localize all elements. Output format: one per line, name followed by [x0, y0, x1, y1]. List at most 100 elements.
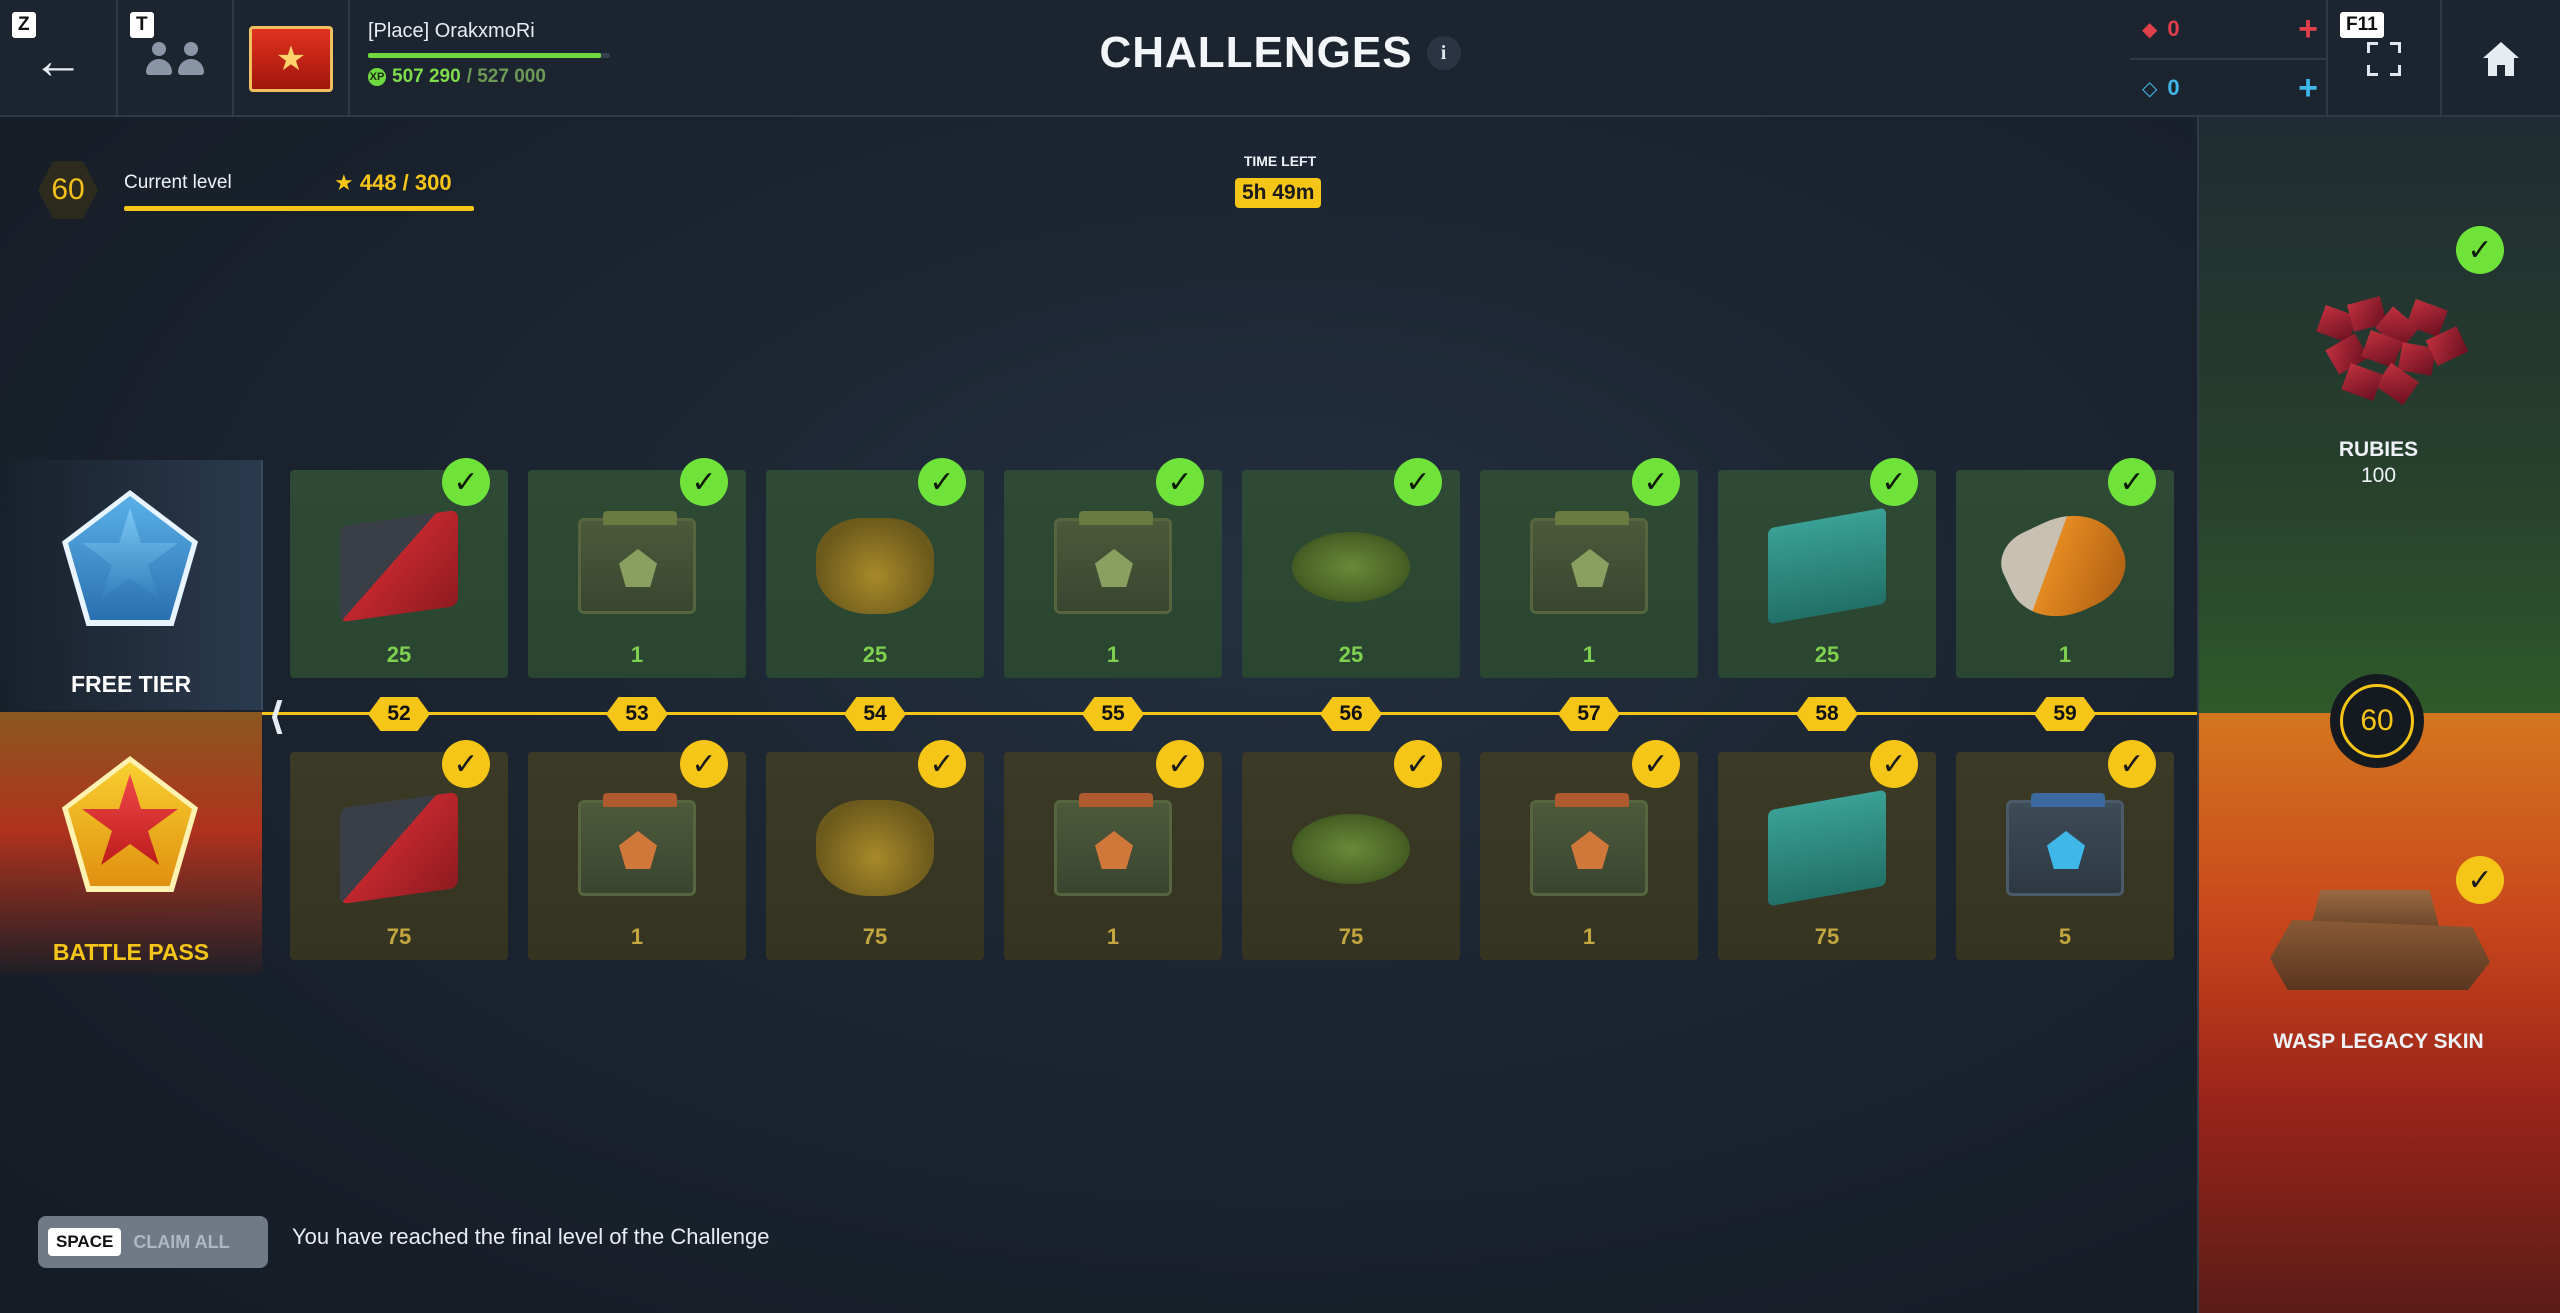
reward-amount: 1 [1106, 924, 1120, 949]
repair-chest-icon [1768, 507, 1886, 625]
crystal-icon: ◇ [2142, 77, 2158, 100]
free-tier-label: FREE TIER [70, 671, 192, 697]
claimed-check-icon: ✓ [2108, 458, 2156, 506]
track-level-node: 52 [368, 697, 430, 731]
free-reward-card[interactable]: ✓ 25 [290, 458, 508, 678]
claim-all-button[interactable]: SPACE CLAIM ALL [38, 1216, 268, 1268]
track-level-node: 57 [1558, 697, 1620, 731]
final-bp-reward-name: WASP LEGACY SKIN [2273, 1030, 2484, 1053]
container-icon [1054, 511, 1172, 614]
claimed-check-icon: ✓ [1632, 740, 1680, 788]
fullscreen-button[interactable]: F11 [2326, 0, 2442, 117]
info-icon[interactable]: i [1426, 36, 1461, 70]
claimed-check-icon: ✓ [1156, 740, 1204, 788]
claimed-check-icon: ✓ [1394, 740, 1442, 788]
final-level-badge: 60 [2330, 674, 2424, 768]
home-icon [2483, 41, 2519, 76]
final-free-reward-panel[interactable] [2197, 117, 2560, 713]
battle-pass-label: BATTLE PASS [52, 939, 210, 965]
free-reward-card[interactable]: ✓ 1 [1480, 458, 1698, 678]
current-level-label: Current level [124, 172, 232, 193]
time-left-value: 5h 49m [1235, 178, 1322, 208]
bp-reward-card[interactable]: ✓ 1 [528, 740, 746, 960]
level-track [262, 712, 2197, 715]
supply-bag-icon [816, 518, 934, 614]
reward-amount: 1 [2058, 642, 2072, 667]
claimed-check-icon: ✓ [680, 740, 728, 788]
rubies-amount: 0 [2167, 16, 2180, 41]
final-bp-reward-panel[interactable] [2197, 713, 2560, 1313]
free-reward-card[interactable]: ✓ 1 [1956, 458, 2174, 678]
reward-amount: 5 [2058, 924, 2072, 949]
track-level-node: 59 [2034, 697, 2096, 731]
ruby-icon: ◆ [2142, 18, 2158, 41]
reward-amount: 25 [1338, 642, 1364, 667]
track-level-node: 56 [1320, 697, 1382, 731]
page-title: CHALLENGES [1099, 28, 1413, 77]
bp-reward-card[interactable]: ✓ 75 [1242, 740, 1460, 960]
fullscreen-icon [2366, 40, 2402, 77]
claimed-check-icon: ✓ [1632, 458, 1680, 506]
crystals-amount: 0 [2167, 75, 2180, 100]
claimed-check-icon: ✓ [2456, 226, 2504, 274]
track-level-node: 54 [844, 697, 906, 731]
bp-reward-card[interactable]: ✓ 1 [1004, 740, 1222, 960]
ammo-crate-icon [340, 791, 458, 905]
free-reward-card[interactable]: ✓ 1 [1004, 458, 1222, 678]
container-icon [578, 511, 696, 614]
final-free-reward-name: RUBIES [2338, 438, 2419, 461]
reward-amount: 1 [1582, 642, 1596, 667]
bp-reward-card[interactable]: ✓ 75 [766, 740, 984, 960]
final-level-message: You have reached the final level of the … [292, 1224, 770, 1249]
rubies-icon [2290, 290, 2470, 410]
free-reward-card[interactable]: ✓ 25 [766, 458, 984, 678]
bp-reward-card[interactable]: ✓ 1 [1480, 740, 1698, 960]
buy-rubies-button[interactable]: + [2298, 10, 2318, 49]
bp-reward-card[interactable]: ✓ 5 [1956, 740, 2174, 960]
claimed-check-icon: ✓ [442, 740, 490, 788]
ammo-crate-icon [340, 509, 458, 623]
buy-crystals-button[interactable]: + [2298, 69, 2318, 108]
mine-icon [1292, 532, 1410, 602]
drone-icon [1991, 497, 2139, 635]
free-reward-card[interactable]: ✓ 1 [528, 458, 746, 678]
mine-icon [1292, 814, 1410, 884]
claimed-check-icon: ✓ [2456, 856, 2504, 904]
claimed-check-icon: ✓ [2108, 740, 2156, 788]
claimed-check-icon: ✓ [442, 458, 490, 506]
container-icon [578, 793, 696, 896]
claimed-check-icon: ✓ [680, 458, 728, 506]
reward-amount: 75 [1814, 924, 1840, 949]
reward-amount: 75 [1338, 924, 1364, 949]
rubies-balance: ◆ 0 + [2130, 0, 2330, 58]
fullscreen-hotkey: F11 [2340, 12, 2384, 38]
reward-amount: 1 [1582, 924, 1596, 949]
container-icon [1054, 793, 1172, 896]
time-left-label: TIME LEFT [1243, 153, 1317, 169]
reward-amount: 75 [386, 924, 412, 949]
claimed-check-icon: ✓ [1870, 458, 1918, 506]
claimed-check-icon: ✓ [1156, 458, 1204, 506]
track-level-node: 53 [606, 697, 668, 731]
free-reward-card[interactable]: ✓ 25 [1718, 458, 1936, 678]
stars-progress: 448 / 300 [359, 170, 452, 195]
top-bar: Z ← T ★ [Place] OrakxmoRi XP 507 290 / 5… [0, 0, 2560, 117]
track-level-node: 55 [1082, 697, 1144, 731]
supply-bag-icon [816, 800, 934, 896]
claimed-check-icon: ✓ [1394, 458, 1442, 506]
scroll-left-chevron-icon[interactable]: ⟨ [268, 694, 285, 739]
free-reward-card[interactable]: ✓ 25 [1242, 458, 1460, 678]
reward-amount: 1 [630, 642, 644, 667]
track-level-node: 58 [1796, 697, 1858, 731]
bp-reward-card[interactable]: ✓ 75 [1718, 740, 1936, 960]
claimed-check-icon: ✓ [918, 458, 966, 506]
current-level-badge: 60 [38, 161, 98, 219]
claimed-check-icon: ✓ [918, 740, 966, 788]
home-button[interactable] [2442, 0, 2560, 117]
reward-amount: 1 [1106, 642, 1120, 667]
final-free-reward-amount: 100 [2360, 464, 2397, 487]
current-level-stars: ★ 448 / 300 [334, 170, 452, 196]
container-icon [1530, 511, 1648, 614]
bp-reward-card[interactable]: ✓ 75 [290, 740, 508, 960]
claimed-check-icon: ✓ [1870, 740, 1918, 788]
